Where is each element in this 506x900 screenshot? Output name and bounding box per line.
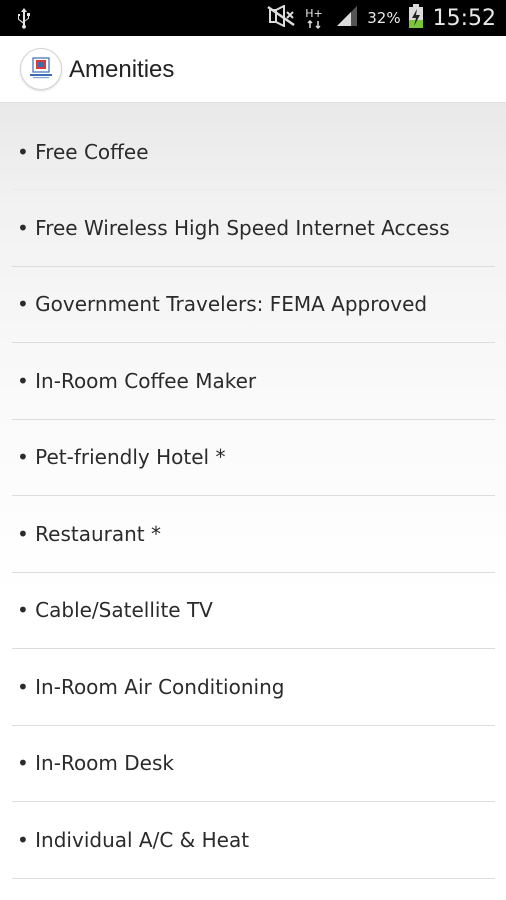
battery-charging-icon [408,3,423,33]
amenities-content: • Free Coffee • Free Wireless High Speed… [0,103,506,900]
amenity-item: • Individual A/C & Heat [12,802,495,879]
signal-icon [335,5,359,32]
amenity-item: • Restaurant * [12,496,495,573]
amenity-item: • In-Room Desk [12,726,495,802]
battery-percent: 32% [367,9,401,27]
clock: 15:52 [432,5,496,31]
amenity-item: • Free Wireless High Speed Internet Acce… [12,190,495,267]
amenity-item: • In-Room Coffee Maker [12,343,495,420]
network-type-icon: H+ [305,5,327,31]
amenity-item: • Pet-friendly Hotel * [12,420,495,496]
amenity-item: • Government Travelers: FEMA Approved [12,267,495,343]
amenity-item: • Cable/Satellite TV [12,573,495,649]
amenity-list: • Free Coffee • Free Wireless High Speed… [12,115,495,879]
amenity-item: • In-Room Air Conditioning [12,649,495,726]
status-icons: H+ 32% 15:52 [265,0,496,36]
usb-icon [12,6,36,30]
page-title: Amenities [69,56,175,83]
amenity-item: • Free Coffee [12,115,495,190]
app-bar: Amenities [0,36,506,103]
hotel-logo-icon[interactable] [20,48,62,90]
status-bar: H+ 32% 15:52 [0,0,506,36]
mute-icon [265,3,297,32]
